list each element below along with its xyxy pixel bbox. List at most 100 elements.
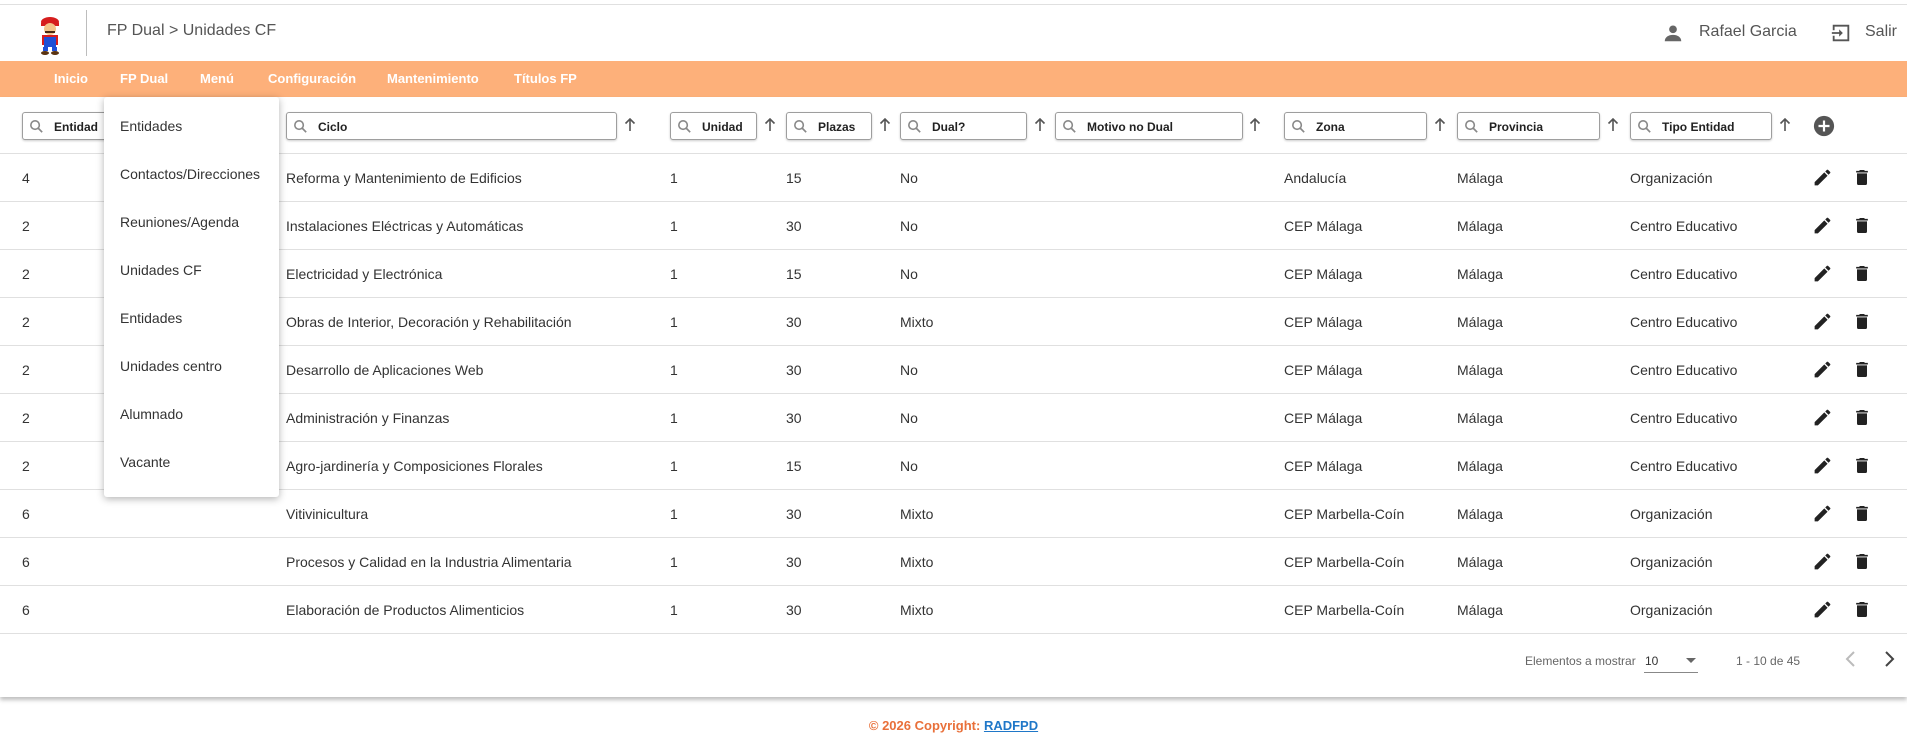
- nav-item-inicio[interactable]: Inicio: [54, 71, 88, 86]
- cell-tipo: Centro Educativo: [1630, 266, 1738, 282]
- cell-tipo: Organización: [1630, 170, 1713, 186]
- filter-zona[interactable]: Zona: [1284, 112, 1427, 140]
- nav-item-menu[interactable]: Menú: [200, 71, 234, 86]
- filter-entidad-label: Entidad: [54, 120, 98, 134]
- exit-icon[interactable]: [1830, 22, 1852, 44]
- cell-unidad: 1: [670, 314, 678, 330]
- menu-item-alumnado[interactable]: Alumnado: [120, 406, 183, 422]
- user-name[interactable]: Rafael Garcia: [1699, 23, 1797, 41]
- cell-ciclo: Procesos y Calidad en la Industria Alime…: [286, 554, 572, 570]
- cell-unidad: 1: [670, 266, 678, 282]
- cell-provincia: Málaga: [1457, 314, 1503, 330]
- search-icon: [294, 120, 307, 133]
- table-row: 2 Agro-jardinería y Composiciones Florale…: [0, 442, 1907, 490]
- search-icon: [1063, 120, 1076, 133]
- pencil-icon[interactable]: [1812, 311, 1833, 332]
- arrow-up-icon[interactable]: [764, 118, 776, 132]
- trash-icon[interactable]: [1852, 455, 1872, 476]
- trash-icon[interactable]: [1852, 599, 1872, 620]
- trash-icon[interactable]: [1852, 263, 1872, 284]
- cell-provincia: Málaga: [1457, 362, 1503, 378]
- trash-icon[interactable]: [1852, 215, 1872, 236]
- filter-plazas[interactable]: Plazas: [786, 112, 872, 140]
- pencil-icon[interactable]: [1812, 167, 1833, 188]
- cell-unidad: 1: [670, 458, 678, 474]
- pencil-icon[interactable]: [1812, 503, 1833, 524]
- menu-item-entidades-2[interactable]: Entidades: [120, 310, 182, 326]
- footer: © 2026 Copyright: RADFPD: [0, 718, 1907, 733]
- pencil-icon[interactable]: [1812, 551, 1833, 572]
- menu-item-unidades-cf[interactable]: Unidades CF: [120, 262, 202, 278]
- menu-item-unidades-centro[interactable]: Unidades centro: [120, 358, 222, 374]
- filter-unidad[interactable]: Unidad: [670, 112, 757, 140]
- trash-icon[interactable]: [1852, 407, 1872, 428]
- filter-provincia[interactable]: Provincia: [1457, 112, 1600, 140]
- cell-zona: CEP Málaga: [1284, 218, 1363, 234]
- cell-dual: Mixto: [900, 602, 934, 618]
- add-circle-icon[interactable]: [1813, 115, 1835, 137]
- cell-tipo: Centro Educativo: [1630, 410, 1738, 426]
- pencil-icon[interactable]: [1812, 455, 1833, 476]
- filter-ciclo[interactable]: Ciclo: [286, 112, 617, 140]
- cell-unidad: 1: [670, 410, 678, 426]
- filter-ciclo-label: Ciclo: [318, 120, 348, 134]
- cell-provincia: Málaga: [1457, 602, 1503, 618]
- chevron-right-icon[interactable]: [1878, 647, 1900, 671]
- filter-provincia-label: Provincia: [1489, 120, 1544, 134]
- menu-item-reuniones-agenda[interactable]: Reuniones/Agenda: [120, 214, 239, 230]
- cell-plazas: 30: [786, 314, 802, 330]
- pencil-icon[interactable]: [1812, 599, 1833, 620]
- cell-entidad: 2: [22, 458, 30, 474]
- arrow-up-icon[interactable]: [1779, 118, 1791, 132]
- cell-plazas: 30: [786, 362, 802, 378]
- cell-tipo: Centro Educativo: [1630, 362, 1738, 378]
- pencil-icon[interactable]: [1812, 215, 1833, 236]
- page-range: 1 - 10 de 45: [1736, 654, 1801, 668]
- pencil-icon[interactable]: [1812, 359, 1833, 380]
- search-icon: [1638, 120, 1651, 133]
- page-size-select[interactable]: 10: [1644, 649, 1698, 673]
- arrow-up-icon[interactable]: [879, 118, 891, 132]
- nav-item-fp-dual[interactable]: FP Dual: [120, 71, 168, 86]
- trash-icon[interactable]: [1852, 167, 1872, 188]
- filter-tipo-entidad[interactable]: Tipo Entidad: [1630, 112, 1772, 140]
- cell-provincia: Málaga: [1457, 554, 1503, 570]
- menu-item-vacante[interactable]: Vacante: [120, 454, 170, 470]
- pencil-icon[interactable]: [1812, 263, 1833, 284]
- footer-link[interactable]: RADFPD: [984, 718, 1038, 733]
- menu-item-entidades[interactable]: Entidades: [120, 118, 182, 134]
- search-icon: [1292, 120, 1305, 133]
- filter-plazas-label: Plazas: [818, 120, 856, 134]
- filter-dual[interactable]: Dual?: [900, 112, 1027, 140]
- units-table: Entidad Ciclo Unidad Plazas Dual? Motivo…: [0, 97, 1907, 697]
- nav-item-titulos-fp[interactable]: Títulos FP: [514, 71, 577, 86]
- filter-entidad[interactable]: Entidad: [22, 112, 112, 140]
- cell-unidad: 1: [670, 506, 678, 522]
- arrow-up-icon[interactable]: [1434, 118, 1446, 132]
- table-row: 2 Electricidad y Electrónica 1 15 No CEP Mála…: [0, 250, 1907, 298]
- pencil-icon[interactable]: [1812, 407, 1833, 428]
- arrow-up-icon[interactable]: [1249, 118, 1261, 132]
- mario-logo-icon[interactable]: [30, 13, 70, 55]
- trash-icon[interactable]: [1852, 503, 1872, 524]
- chevron-left-icon[interactable]: [1840, 647, 1862, 671]
- trash-icon[interactable]: [1852, 359, 1872, 380]
- cell-unidad: 1: [670, 218, 678, 234]
- cell-zona: Andalucía: [1284, 170, 1347, 186]
- nav-item-configuracion[interactable]: Configuración: [268, 71, 356, 86]
- logout-button[interactable]: Salir: [1865, 23, 1897, 41]
- trash-icon[interactable]: [1852, 551, 1872, 572]
- cell-ciclo: Instalaciones Eléctricas y Automáticas: [286, 218, 524, 234]
- trash-icon[interactable]: [1852, 311, 1872, 332]
- menu-item-contactos-direcciones[interactable]: Contactos/Direcciones: [120, 166, 260, 182]
- cell-dual: No: [900, 266, 918, 282]
- arrow-up-icon[interactable]: [1034, 118, 1046, 132]
- arrow-up-icon[interactable]: [1607, 118, 1619, 132]
- nav-item-mantenimiento[interactable]: Mantenimiento: [387, 71, 479, 86]
- filter-motivo-no-dual[interactable]: Motivo no Dual: [1055, 112, 1243, 140]
- arrow-up-icon[interactable]: [624, 118, 636, 132]
- page-size-value: 10: [1645, 654, 1659, 668]
- cell-dual: No: [900, 410, 918, 426]
- app-header: FP Dual > Unidades CF Rafael Garcia Sali…: [0, 5, 1907, 61]
- cell-zona: CEP Málaga: [1284, 266, 1363, 282]
